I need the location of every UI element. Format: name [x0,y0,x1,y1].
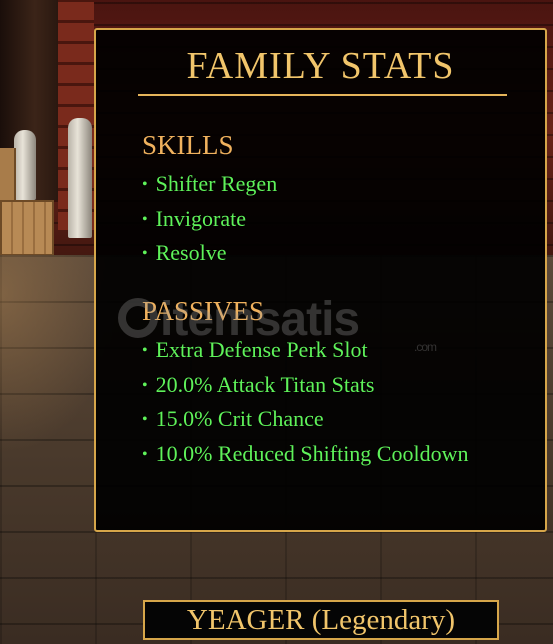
passives-list: • Extra Defense Perk Slot • 20.0% Attack T… [142,334,515,472]
bullet-icon: • [142,210,148,228]
skill-label: Shifter Regen [155,171,278,196]
gas-canister [68,118,92,238]
passive-label: 20.0% Attack Titan Stats [155,371,375,397]
skill-label: Invigorate [155,205,247,231]
bullet-icon: • [142,445,148,463]
bullet-icon: • [142,245,148,262]
passive-label: 15.0% Crit Chance [155,406,324,431]
bullet-icon: • [142,342,148,359]
gas-canister [14,130,36,200]
passive-item: • 10.0% Reduced Shifting Cooldown [142,438,515,473]
family-name-plate: YEAGER (Legendary) [143,600,499,640]
family-stats-panel: FAMILY STATS SKILLS • Shifter Regen • Invi… [94,28,547,532]
passive-item: • Extra Defense Perk Slot [142,334,515,369]
bullet-icon: • [142,176,148,193]
skills-list: • Shifter Regen • Invigorate • Resolve [142,168,515,272]
bullet-icon: • [142,376,148,394]
skill-label: Resolve [155,240,227,265]
skill-item: • Resolve [142,237,515,272]
title-divider [138,94,507,96]
passives-heading: PASSIVES [142,296,265,326]
wooden-crate [0,200,54,256]
passive-label: Extra Defense Perk Slot [155,337,368,362]
passive-item: • 20.0% Attack Titan Stats [142,369,515,404]
skills-heading: SKILLS [142,130,234,160]
bullet-icon: • [142,411,148,428]
passive-item: • 15.0% Crit Chance [142,403,515,438]
passive-label: 10.0% Reduced Shifting Cooldown [155,440,469,466]
skill-item: • Invigorate [142,203,515,238]
panel-title: FAMILY STATS [186,45,455,87]
skill-item: • Shifter Regen [142,168,515,203]
wooden-crate [0,148,16,200]
